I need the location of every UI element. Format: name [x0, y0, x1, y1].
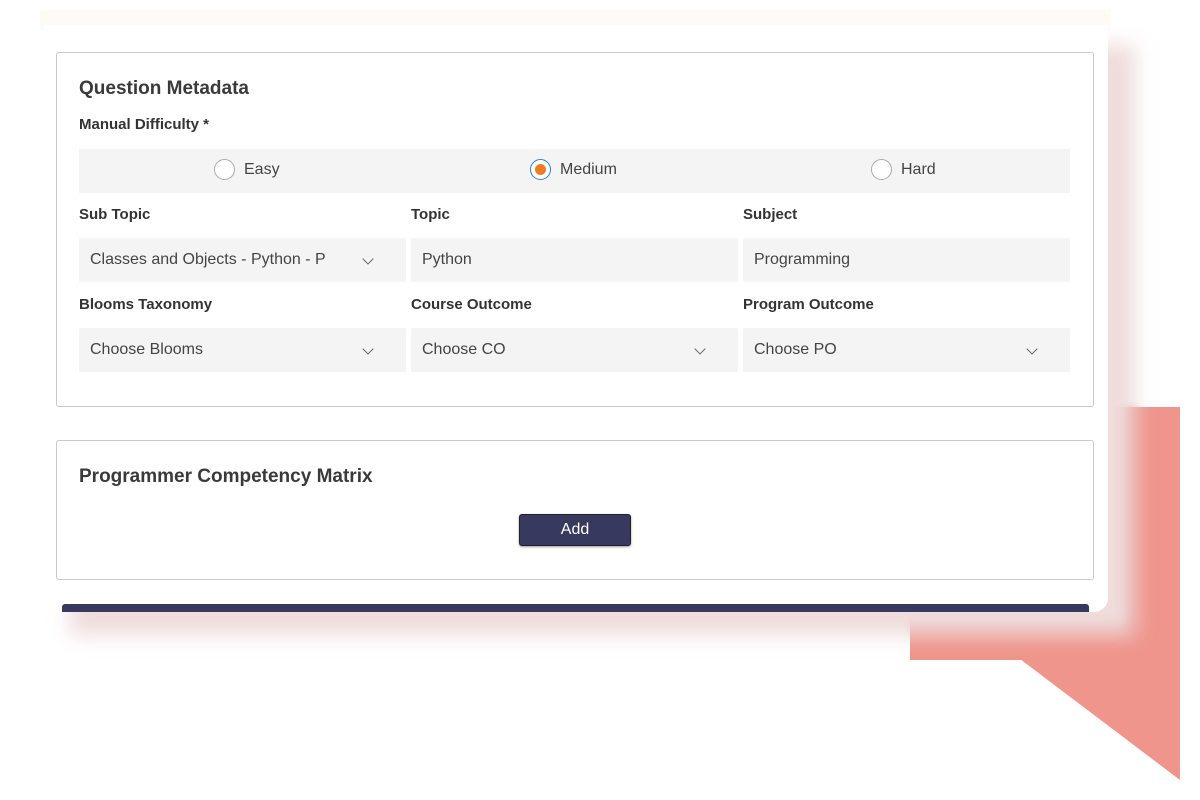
- radio-label: Easy: [244, 160, 280, 178]
- subject-label: Subject: [743, 206, 798, 223]
- sub-topic-select[interactable]: Classes and Objects - Python - Programmi…: [79, 238, 406, 282]
- course-outcome-select[interactable]: Choose CO: [411, 328, 738, 372]
- blooms-label: Blooms Taxonomy: [79, 296, 213, 313]
- field-value: Programming: [754, 251, 851, 268]
- bottom-bar: [62, 604, 1089, 612]
- course-outcome-label: Course Outcome: [411, 296, 532, 313]
- program-outcome-select[interactable]: Choose PO: [743, 328, 1070, 372]
- panel-title: Programmer Competency Matrix: [79, 466, 373, 487]
- panel-title: Question Metadata: [79, 78, 249, 99]
- subject-field: Programming: [743, 238, 1070, 282]
- radio-medium[interactable]: Medium: [530, 159, 617, 180]
- sub-topic-label: Sub Topic: [79, 206, 151, 223]
- radio-selected-icon: [530, 159, 551, 180]
- decorative-background-pointer: [1020, 659, 1180, 780]
- select-value: Choose CO: [422, 341, 506, 358]
- field-value: Python: [422, 251, 472, 268]
- radio-circle-icon: [214, 159, 235, 180]
- select-value: Choose PO: [754, 341, 837, 358]
- topic-field: Python: [411, 238, 738, 282]
- chevron-down-icon: [362, 253, 374, 265]
- radio-label: Hard: [901, 160, 936, 178]
- competency-matrix-panel: Programmer Competency Matrix Add: [56, 440, 1094, 580]
- radio-label: Medium: [560, 160, 617, 178]
- blooms-select[interactable]: Choose Blooms: [79, 328, 406, 372]
- chevron-down-icon: [1026, 343, 1038, 355]
- chevron-down-icon: [362, 343, 374, 355]
- radio-easy[interactable]: Easy: [214, 159, 280, 180]
- add-button[interactable]: Add: [519, 514, 631, 546]
- topic-label: Topic: [411, 206, 450, 223]
- radio-circle-icon: [871, 159, 892, 180]
- program-outcome-label: Program Outcome: [743, 296, 874, 313]
- radio-hard[interactable]: Hard: [871, 159, 936, 180]
- select-value: Choose Blooms: [90, 341, 203, 358]
- difficulty-label: Manual Difficulty *: [79, 116, 210, 133]
- difficulty-radio-group: Easy Medium Hard: [79, 149, 1070, 193]
- select-value: Classes and Objects - Python - Programmi…: [90, 251, 326, 268]
- chevron-down-icon: [694, 343, 706, 355]
- question-metadata-panel: Question Metadata Manual Difficulty * Ea…: [56, 52, 1094, 407]
